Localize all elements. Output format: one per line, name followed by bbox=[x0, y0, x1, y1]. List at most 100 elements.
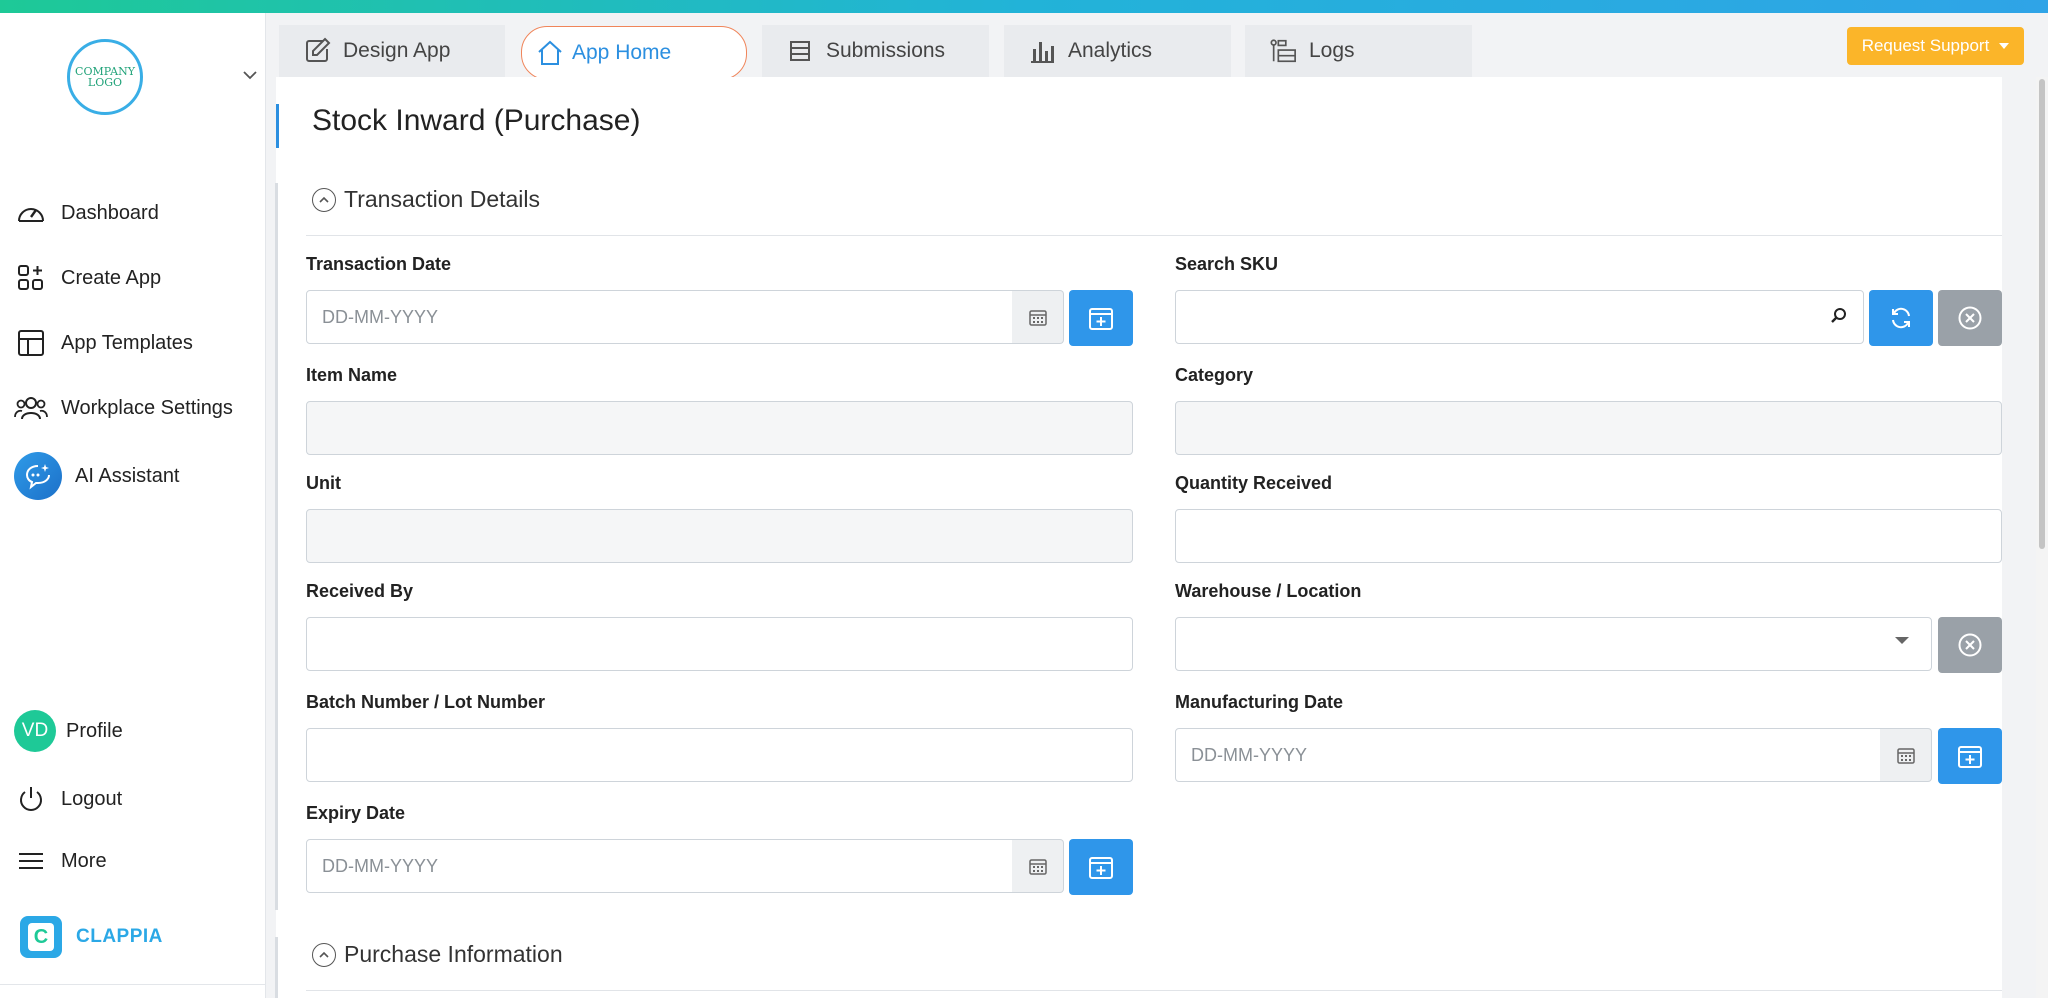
field-label: Category bbox=[1175, 365, 1254, 385]
dashboard-icon bbox=[14, 196, 48, 230]
section-divider bbox=[306, 235, 2002, 236]
tab-label: Design App bbox=[343, 39, 451, 62]
add-date-button[interactable] bbox=[1069, 839, 1133, 895]
tab-app-home[interactable]: App Home bbox=[521, 26, 747, 80]
close-circle-icon bbox=[1958, 306, 1982, 330]
sidebar-divider bbox=[0, 984, 266, 985]
section-header-transaction[interactable]: Transaction Details bbox=[312, 186, 540, 213]
section-rail bbox=[275, 937, 278, 998]
tab-design-app[interactable]: Design App bbox=[279, 25, 505, 77]
power-icon bbox=[14, 782, 48, 816]
batch-number-input[interactable] bbox=[306, 728, 1133, 782]
chevron-up-icon bbox=[312, 942, 336, 967]
top-gradient-bar bbox=[0, 0, 2048, 13]
sidebar-item-profile[interactable]: VD Profile bbox=[14, 710, 123, 752]
sidebar-item-ai-assistant[interactable]: AI Assistant bbox=[14, 452, 180, 500]
refresh-button[interactable] bbox=[1869, 290, 1933, 346]
request-support-button[interactable]: Request Support bbox=[1847, 27, 2024, 65]
calendar-icon[interactable] bbox=[1880, 728, 1932, 782]
search-sku-input[interactable] bbox=[1175, 290, 1864, 344]
dropdown-arrow-icon[interactable] bbox=[1894, 636, 1910, 646]
sidebar-item-workplace-settings[interactable]: Workplace Settings bbox=[14, 388, 233, 428]
clappia-logo-icon: C bbox=[20, 916, 62, 958]
add-date-button[interactable] bbox=[1938, 728, 2002, 784]
field-label: Quantity Received bbox=[1175, 473, 1333, 493]
tab-label: Logs bbox=[1309, 39, 1355, 62]
section-header-purchase[interactable]: Purchase Information bbox=[312, 941, 563, 968]
sidebar-item-label: AI Assistant bbox=[75, 464, 180, 487]
logo-text: COMPANY LOGO bbox=[75, 65, 135, 89]
bar-chart-icon bbox=[1028, 37, 1056, 65]
calendar-icon[interactable] bbox=[1012, 290, 1064, 344]
sidebar-item-label: Create App bbox=[61, 266, 162, 289]
field-label: Transaction Date bbox=[306, 254, 452, 274]
tab-label: Submissions bbox=[826, 39, 946, 62]
section-title: Transaction Details bbox=[344, 186, 541, 212]
quantity-received-input[interactable] bbox=[1175, 509, 2002, 563]
avatar: VD bbox=[14, 710, 56, 752]
sidebar-item-label: Profile bbox=[66, 719, 123, 742]
sidebar: COMPANY LOGO Dashboard Create App App Te… bbox=[0, 13, 266, 998]
clear-sku-button[interactable] bbox=[1938, 290, 2002, 346]
section-title: Purchase Information bbox=[344, 941, 563, 967]
field-label: Search SKU bbox=[1175, 254, 1279, 274]
tab-logs[interactable]: Logs bbox=[1245, 25, 1472, 77]
edit-icon bbox=[303, 37, 331, 65]
support-label: Request Support bbox=[1861, 36, 1990, 55]
expiry-date-input[interactable]: DD-MM-YYYY bbox=[306, 839, 1013, 893]
create-app-icon bbox=[14, 261, 48, 295]
sidebar-item-more[interactable]: More bbox=[14, 841, 107, 881]
tab-submissions[interactable]: Submissions bbox=[762, 25, 989, 77]
caret-down-icon bbox=[1999, 43, 2010, 49]
sidebar-item-create-app[interactable]: Create App bbox=[14, 258, 161, 298]
sidebar-item-logout[interactable]: Logout bbox=[14, 779, 122, 819]
company-logo[interactable]: COMPANY LOGO bbox=[67, 39, 143, 115]
sidebar-item-label: App Templates bbox=[61, 331, 193, 354]
title-accent-bar bbox=[276, 104, 279, 148]
chevron-down-icon[interactable] bbox=[240, 65, 260, 85]
sidebar-item-app-templates[interactable]: App Templates bbox=[14, 323, 193, 363]
field-label: Batch Number / Lot Number bbox=[306, 692, 546, 712]
list-icon bbox=[786, 37, 814, 65]
sidebar-item-label: Dashboard bbox=[61, 201, 159, 224]
page-title: Stock Inward (Purchase) bbox=[312, 104, 641, 137]
scrollbar-thumb[interactable] bbox=[2039, 79, 2045, 549]
received-by-input[interactable] bbox=[306, 617, 1133, 671]
item-name-field bbox=[306, 401, 1133, 455]
add-date-button[interactable] bbox=[1069, 290, 1133, 346]
refresh-icon bbox=[1892, 307, 1910, 329]
clear-warehouse-button[interactable] bbox=[1938, 617, 2002, 673]
home-icon bbox=[536, 39, 564, 67]
field-label: Unit bbox=[306, 473, 341, 493]
warehouse-select[interactable] bbox=[1175, 617, 1932, 671]
field-label: Received By bbox=[306, 581, 414, 601]
field-label: Item Name bbox=[306, 365, 398, 385]
manufacturing-date-input[interactable]: DD-MM-YYYY bbox=[1175, 728, 1881, 782]
sidebar-item-dashboard[interactable]: Dashboard bbox=[14, 193, 159, 233]
tab-analytics[interactable]: Analytics bbox=[1004, 25, 1231, 77]
logs-icon bbox=[1269, 37, 1297, 65]
search-icon[interactable] bbox=[1829, 306, 1849, 326]
calendar-plus-icon bbox=[1089, 308, 1113, 330]
close-circle-icon bbox=[1958, 633, 1982, 657]
unit-field bbox=[306, 509, 1133, 563]
chevron-up-icon bbox=[312, 187, 336, 212]
ai-assistant-icon bbox=[14, 452, 62, 500]
tab-label: App Home bbox=[572, 41, 672, 64]
category-field bbox=[1175, 401, 2002, 455]
section-rail bbox=[275, 183, 278, 910]
templates-icon bbox=[14, 326, 48, 360]
scrollbar[interactable] bbox=[2036, 77, 2048, 998]
calendar-plus-icon bbox=[1089, 857, 1113, 879]
sidebar-item-label: More bbox=[61, 849, 107, 872]
menu-icon bbox=[14, 844, 48, 878]
field-label: Warehouse / Location bbox=[1175, 581, 1362, 601]
users-icon bbox=[14, 391, 48, 425]
section-divider bbox=[306, 990, 2002, 991]
tab-label: Analytics bbox=[1068, 39, 1153, 62]
brand-logo[interactable]: C CLAPPIA bbox=[20, 916, 163, 958]
transaction-date-input[interactable]: DD-MM-YYYY bbox=[306, 290, 1013, 344]
calendar-icon[interactable] bbox=[1012, 839, 1064, 893]
field-label: Expiry Date bbox=[306, 803, 406, 823]
sidebar-item-label: Logout bbox=[61, 787, 123, 810]
